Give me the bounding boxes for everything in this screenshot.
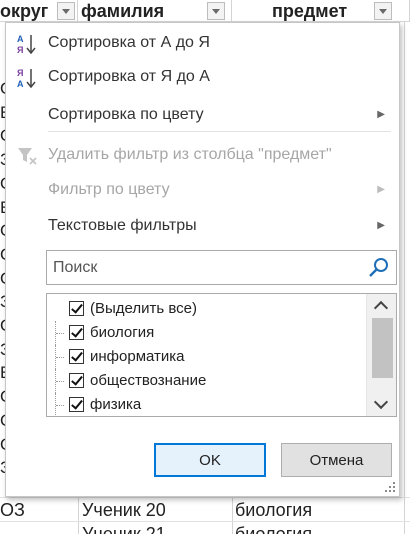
column-header-predmet: предмет [232, 0, 410, 22]
column-header-label: округ [0, 1, 49, 21]
list-item[interactable]: биология [47, 321, 365, 345]
sort-asc-icon: А Я [17, 34, 36, 55]
menu-item-filter-by-color: Фильтр по цвету ▶ [6, 176, 399, 204]
clear-filter-icon [18, 148, 37, 165]
autofilter-dropdown: А Я Сортировка от А до Я Я А Сортировка … [5, 22, 400, 497]
menu-item-text-filters[interactable]: Текстовые фильтры ▶ [6, 212, 399, 240]
list-item-label: (Выделить все) [90, 300, 197, 317]
row-divider [0, 497, 410, 498]
search-box [46, 250, 397, 285]
svg-text:Я: Я [17, 45, 23, 55]
column-header-okrug: округ [0, 0, 78, 22]
column-header-label: предмет [272, 1, 348, 21]
list-item-label: информатика [90, 348, 185, 365]
cell-predmet[interactable]: биология [235, 523, 400, 534]
checkbox[interactable] [69, 325, 84, 340]
checkbox[interactable] [69, 397, 84, 412]
filter-dropdown-button-familiya[interactable] [207, 2, 225, 20]
cell-predmet[interactable]: биология [235, 499, 400, 521]
menu-item-label: Сортировка от А до Я [48, 34, 210, 51]
list-item-label: физика [90, 396, 142, 413]
menu-item-label: Сортировка по цвету [48, 106, 204, 123]
menu-item-sort-z-a[interactable]: Я А Сортировка от Я до А [6, 63, 399, 91]
list-item[interactable]: физика [47, 393, 365, 416]
list-item-label: обществознание [90, 372, 207, 389]
filter-dropdown-button-okrug[interactable] [57, 2, 75, 20]
cell-okrug[interactable]: ОЗ [0, 499, 76, 521]
menu-item-sort-by-color[interactable]: Сортировка по цвету ▶ [6, 101, 399, 129]
ok-button[interactable]: OK [154, 443, 266, 477]
checkbox[interactable] [69, 301, 84, 316]
list-item-select-all[interactable]: (Выделить все) [47, 297, 365, 321]
menu-item-clear-filter: Удалить фильтр из столбца "предмет" [6, 141, 399, 169]
list-item-label: биология [90, 324, 155, 341]
menu-separator [48, 131, 391, 132]
cell-familiya[interactable]: Ученик 21 [82, 523, 230, 534]
search-icon[interactable] [368, 257, 390, 279]
scrollbar-thumb[interactable] [372, 318, 393, 378]
row-divider [0, 521, 410, 522]
cancel-button[interactable]: Отмена [281, 443, 392, 477]
cell-familiya[interactable]: Ученик 20 [82, 499, 230, 521]
sort-desc-icon: Я А [17, 68, 36, 89]
menu-item-label: Текстовые фильтры [48, 217, 197, 234]
submenu-arrow-icon: ▶ [377, 220, 385, 231]
list-scrollbar[interactable] [366, 294, 396, 416]
menu-item-label: Фильтр по цвету [48, 181, 170, 198]
submenu-arrow-icon: ▶ [377, 109, 385, 120]
filter-dropdown-button-predmet[interactable] [374, 2, 392, 20]
column-header-label: фамилия [81, 1, 165, 21]
scroll-down-icon[interactable] [367, 394, 396, 414]
list-item[interactable]: информатика [47, 345, 365, 369]
filter-values-list: (Выделить все) биология информатика обще… [46, 293, 397, 417]
menu-item-sort-a-z[interactable]: А Я Сортировка от А до Я [6, 29, 399, 57]
header-row: округ фамилия предмет [0, 0, 410, 22]
column-header-familiya: фамилия [78, 0, 232, 22]
menu-item-label: Удалить фильтр из столбца "предмет" [48, 146, 332, 163]
svg-text:Я: Я [17, 68, 23, 78]
svg-text:А: А [17, 79, 24, 89]
column-divider [404, 22, 405, 534]
list-item[interactable]: обществознание [47, 369, 365, 393]
checkbox[interactable] [69, 349, 84, 364]
checkbox[interactable] [69, 373, 84, 388]
search-input[interactable] [47, 251, 357, 284]
resize-grip-icon[interactable] [384, 481, 396, 493]
submenu-arrow-icon: ▶ [377, 184, 385, 195]
svg-text:А: А [17, 34, 24, 44]
menu-item-label: Сортировка от Я до А [48, 68, 210, 85]
scroll-up-icon[interactable] [367, 296, 396, 316]
